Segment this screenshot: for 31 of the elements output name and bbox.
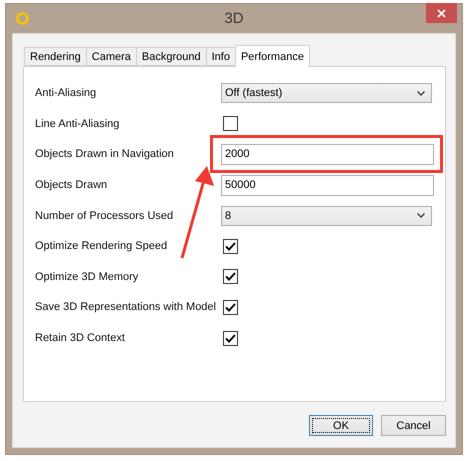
checkbox[interactable] [223,238,238,254]
field-label: Number of Processors Used [35,210,174,222]
input-field[interactable]: 2000 [221,144,434,165]
field-label: Objects Drawn [35,179,108,192]
close-button[interactable] [426,3,457,23]
chevron-down-icon [417,213,425,218]
field-label: Line Anti-Aliasing [35,118,120,130]
field-label: Optimize Rendering Speed [35,240,168,252]
checkbox[interactable] [223,330,238,346]
dialog-button[interactable]: OK [309,415,373,436]
dropdown[interactable]: Off (fastest) [221,83,432,104]
close-icon [437,8,446,18]
field-label: Save 3D Representations with Model [35,301,217,314]
field-label: Optimize 3D Memory [35,270,140,283]
field-label: Retain 3D Context [35,332,126,344]
field-label: Anti-Aliasing [35,87,98,100]
tab[interactable]: Performance [234,45,310,67]
tab[interactable]: Rendering [24,47,87,66]
checkbox[interactable] [223,116,238,132]
window-title: 3D [224,10,244,27]
chevron-down-icon [417,90,425,96]
dialog-button[interactable]: Cancel [381,415,446,436]
checkbox[interactable] [223,269,238,284]
tab[interactable]: Camera [86,47,137,66]
ring-icon [16,12,29,25]
tab[interactable]: Info [206,47,236,66]
input-field[interactable]: 50000 [221,174,434,196]
checkbox[interactable] [223,300,238,315]
tab[interactable]: Background [136,47,207,66]
dropdown[interactable]: 8 [221,206,432,226]
field-label: Objects Drawn in Navigation [35,148,175,160]
